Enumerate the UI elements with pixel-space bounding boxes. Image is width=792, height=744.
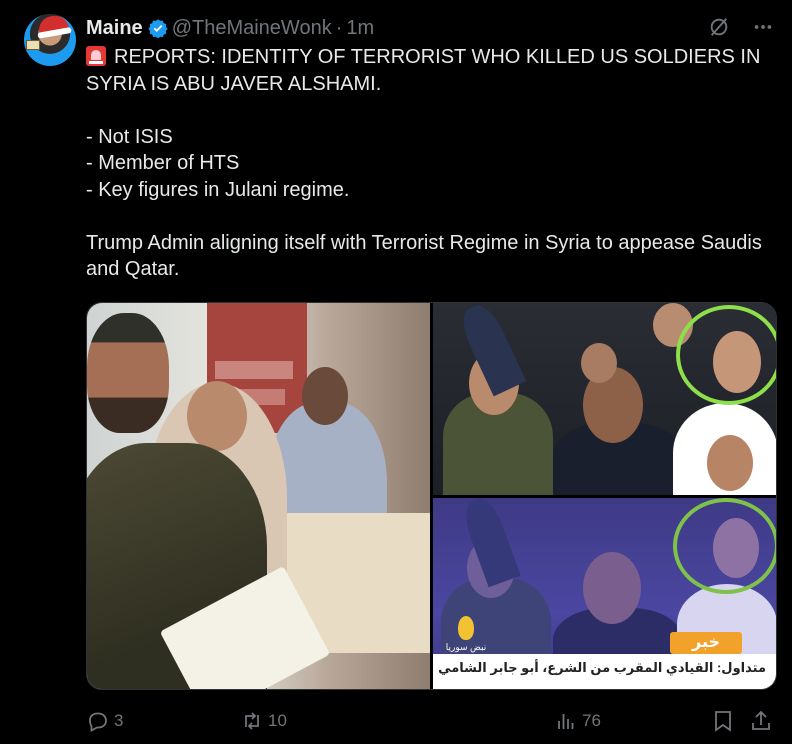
soldier-head <box>87 313 169 433</box>
tweet-line: Trump Admin aligning itself with Terrori… <box>86 231 762 281</box>
media-grid: نبض سوريا خبر متداول: القيادي المقرب من … <box>86 302 777 690</box>
photo-soldier-reading[interactable] <box>87 303 430 689</box>
flame-icon <box>458 616 474 640</box>
tweet-text: REPORTS: IDENTITY OF TERRORIST WHO KILLE… <box>86 44 766 283</box>
tweet-line: REPORTS: IDENTITY OF TERRORIST WHO KILLE… <box>86 46 761 95</box>
highlight-circle <box>673 498 776 594</box>
highlight-circle <box>676 305 776 405</box>
sign-text-block <box>215 361 293 379</box>
repost-button[interactable]: 10 <box>240 706 287 736</box>
author-handle[interactable]: @TheMaineWonk <box>172 17 332 40</box>
views-button[interactable]: 76 <box>554 706 601 736</box>
tweet-line: - Key figures in Julani regime. <box>86 178 350 201</box>
tweet-line: - Member of HTS <box>86 152 240 174</box>
bookmark-button[interactable] <box>712 706 734 736</box>
views-count: 76 <box>582 711 601 730</box>
share-icon <box>752 710 770 730</box>
person-head <box>583 552 641 624</box>
santa-hat-icon <box>36 14 70 35</box>
tweet-line <box>86 203 766 230</box>
photo-news-still[interactable]: نبض سوريا خبر متداول: القيادي المقرب من … <box>433 498 776 689</box>
flag-icon <box>26 40 40 50</box>
reply-icon <box>89 712 107 733</box>
repost-icon <box>245 712 259 730</box>
background-person-head <box>302 367 348 425</box>
logo-text: نبض سوريا <box>445 642 487 652</box>
author-name[interactable]: Maine <box>86 17 143 40</box>
person-head <box>707 435 753 491</box>
share-button[interactable] <box>750 706 772 736</box>
person-raised-arm <box>455 303 527 397</box>
tweet-header: Maine @TheMaineWonk · 1m <box>86 16 374 40</box>
tweet-line <box>86 97 766 124</box>
repost-count: 10 <box>268 711 287 730</box>
news-caption: متداول: القيادي المقرب من الشرع، أبو جاب… <box>433 654 776 689</box>
action-bar: 3 10 76 <box>86 706 776 736</box>
grok-icon[interactable] <box>708 16 730 38</box>
verified-badge-icon <box>148 19 168 38</box>
bookmark-icon <box>715 711 731 732</box>
reply-button[interactable]: 3 <box>86 706 123 736</box>
siren-icon <box>86 46 106 66</box>
views-icon <box>558 714 574 729</box>
person-head <box>581 343 617 383</box>
background-person-head <box>187 381 247 451</box>
top-actions <box>708 16 774 38</box>
reply-count: 3 <box>114 711 124 730</box>
timestamp[interactable]: 1m <box>346 17 374 40</box>
tweet-line: - Not ISIS <box>86 125 173 148</box>
photo-crowd[interactable] <box>433 303 776 495</box>
separator-dot: · <box>335 16 343 39</box>
news-channel-logo: نبض سوريا <box>443 616 489 656</box>
more-icon[interactable] <box>752 16 774 38</box>
avatar[interactable] <box>24 14 76 66</box>
news-tag: خبر <box>670 632 742 654</box>
